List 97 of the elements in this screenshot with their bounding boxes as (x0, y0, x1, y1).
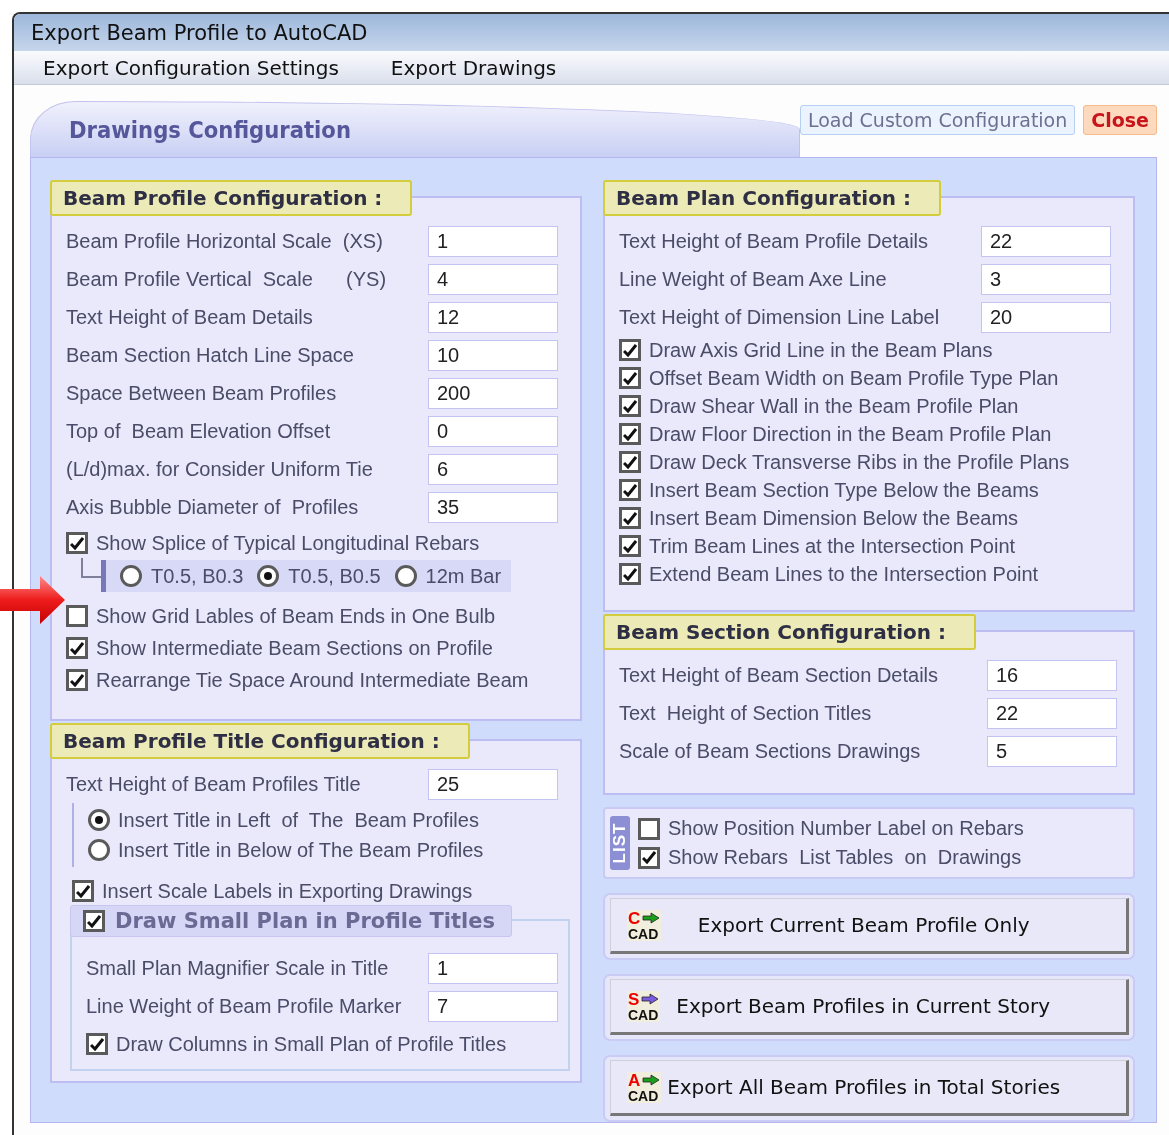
checkbox[interactable] (619, 423, 641, 445)
group-title: Beam Profile Configuration : (50, 180, 413, 216)
field-label: Text Height of Beam Profiles Title (66, 772, 362, 796)
input-field[interactable]: 25 (428, 768, 558, 800)
input-field[interactable]: 22 (987, 697, 1117, 729)
checkbox[interactable] (619, 563, 641, 585)
checkbox-label: Insert Beam Section Type Below the Beams (649, 478, 1039, 502)
field-label: Beam Profile Vertical Scale (YS) (66, 267, 388, 291)
menu-item[interactable]: Export Drawings (390, 55, 557, 80)
checkbox[interactable] (619, 479, 641, 501)
checkbox[interactable] (619, 367, 641, 389)
input-field[interactable]: 16 (987, 659, 1117, 691)
input-field[interactable]: 0 (428, 415, 558, 447)
checkbox[interactable] (83, 910, 105, 932)
radio-button[interactable] (257, 565, 280, 587)
input-field[interactable]: 12 (428, 301, 558, 333)
checkbox[interactable] (72, 880, 94, 902)
checkbox-label: Draw Deck Transverse Ribs in the Profile Plans (649, 450, 1070, 474)
close-button[interactable]: Close (1083, 105, 1157, 135)
field-label: (L/d)max. for Consider Uniform Tie (66, 457, 374, 481)
input-field[interactable]: 1 (428, 952, 558, 984)
checkbox[interactable] (619, 339, 641, 361)
checkbox-label: Extend Beam Lines to the Intersection Point (649, 562, 1039, 586)
checkbox[interactable] (619, 395, 641, 417)
checkbox-label: Trim Beam Lines at the Intersection Point (649, 534, 1016, 558)
input-field[interactable]: 20 (981, 301, 1111, 333)
checkbox-label: Draw Shear Wall in the Beam Profile Plan (649, 394, 1019, 418)
input-field[interactable]: 35 (428, 491, 558, 523)
checkbox-label: Rearrange Tie Space Around Intermediate Beam (96, 668, 529, 692)
field-label: Text Height of Beam Section Details (619, 663, 940, 687)
checkbox[interactable] (66, 605, 88, 627)
checkbox[interactable] (619, 535, 641, 557)
export-button[interactable]: C CAD Export Current Beam Profile Only (610, 898, 1129, 954)
list-tag: LIST (610, 816, 630, 870)
input-field[interactable]: 5 (987, 735, 1117, 767)
checkbox[interactable] (86, 1033, 108, 1055)
menu-item[interactable]: Export Configuration Settings (43, 55, 339, 80)
field-label: Beam Section Hatch Line Space (66, 343, 355, 367)
field-label: Small Plan Magnifier Scale in Title (86, 956, 390, 980)
radio-button[interactable] (88, 839, 110, 861)
radio-label: Insert Title in Below of The Beam Profiles (118, 838, 484, 862)
field-label: Text Height of Dimension Line Label (619, 305, 941, 329)
subgroup-title: Draw Small Plan in Profile Titles (115, 909, 496, 933)
field-label: Line Weight of Beam Profile Marker (86, 994, 403, 1018)
radio-label: T0.5, B0.3 (151, 564, 244, 588)
checkbox[interactable] (619, 507, 641, 529)
checkbox-label: Insert Scale Labels in Exporting Drawings (102, 879, 473, 903)
checkbox-label: Offset Beam Width on Beam Profile Type Plan (649, 366, 1059, 390)
input-field[interactable]: 3 (981, 263, 1111, 295)
field-label: Axis Bubble Diameter of Profiles (66, 495, 360, 519)
cad-export-icon: C CAD (627, 909, 662, 941)
input-field[interactable]: 10 (428, 339, 558, 371)
input-field[interactable]: 6 (428, 453, 558, 485)
radio-label: Insert Title in Left of The Beam Profiles (118, 808, 479, 832)
field-label: Text Height of Section Titles (619, 701, 873, 725)
field-label: Space Between Beam Profiles (66, 381, 338, 405)
checkbox-label: Draw Axis Grid Line in the Beam Plans (649, 338, 993, 362)
checkbox[interactable] (638, 846, 660, 869)
input-field[interactable]: 4 (428, 263, 558, 295)
input-field[interactable]: 7 (428, 990, 558, 1022)
load-configuration-button[interactable]: Load Custom Configuration (800, 105, 1076, 135)
checkbox-label: Show Grid Lables of Beam Ends in One Bulb (96, 604, 496, 628)
checkbox-label: Show Intermediate Beam Sections on Profile (96, 636, 493, 660)
checkbox-label: Show Rebars List Tables on Drawings (668, 846, 1022, 869)
window-title: Export Beam Profile to AutoCAD (31, 20, 368, 45)
radio-label: T0.5, B0.5 (288, 564, 381, 588)
checkbox-label: Draw Floor Direction in the Beam Profile Plan (649, 422, 1052, 446)
radio-button[interactable] (394, 565, 417, 587)
field-label: Scale of Beam Sections Drawings (619, 739, 922, 763)
page-tab[interactable]: Drawings Configuration (30, 101, 800, 157)
checkbox[interactable] (66, 532, 88, 554)
radio-button[interactable] (88, 809, 110, 831)
field-label: Text Height of Beam Profile Details (619, 229, 930, 253)
checkbox[interactable] (619, 451, 641, 473)
input-field[interactable]: 1 (428, 225, 558, 257)
checkbox[interactable] (638, 817, 660, 840)
radio-label: 12m Bar (425, 564, 502, 588)
checkbox-label: Show Position Number Label on Rebars (668, 817, 1024, 840)
export-button[interactable]: S CAD Export Beam Profiles in Current Story (610, 979, 1129, 1035)
field-label: Text Height of Beam Details (66, 305, 314, 329)
input-field[interactable]: 22 (981, 225, 1111, 257)
checkbox[interactable] (66, 669, 88, 691)
cad-export-icon: A CAD (627, 1071, 662, 1103)
cad-export-icon: S CAD (627, 990, 661, 1022)
group-title: Beam Section Configuration : (603, 614, 977, 650)
checkbox-label: Show Splice of Typical Longitudinal Rebars (96, 531, 480, 555)
field-label: Top of Beam Elevation Offset (66, 419, 332, 443)
group-title: Beam Plan Configuration : (603, 180, 942, 216)
checkbox[interactable] (66, 637, 88, 659)
group-title: Beam Profile Title Configuration : (50, 723, 470, 759)
field-label: Beam Profile Horizontal Scale (XS) (66, 229, 384, 253)
checkbox-label: Insert Beam Dimension Below the Beams (649, 506, 1019, 530)
radio-button[interactable] (120, 565, 142, 587)
checkbox-label: Draw Columns in Small Plan of Profile Titles (116, 1032, 507, 1056)
field-label: Line Weight of Beam Axe Line (619, 267, 888, 291)
pointer-arrow-icon (0, 575, 66, 625)
input-field[interactable]: 200 (428, 377, 558, 409)
